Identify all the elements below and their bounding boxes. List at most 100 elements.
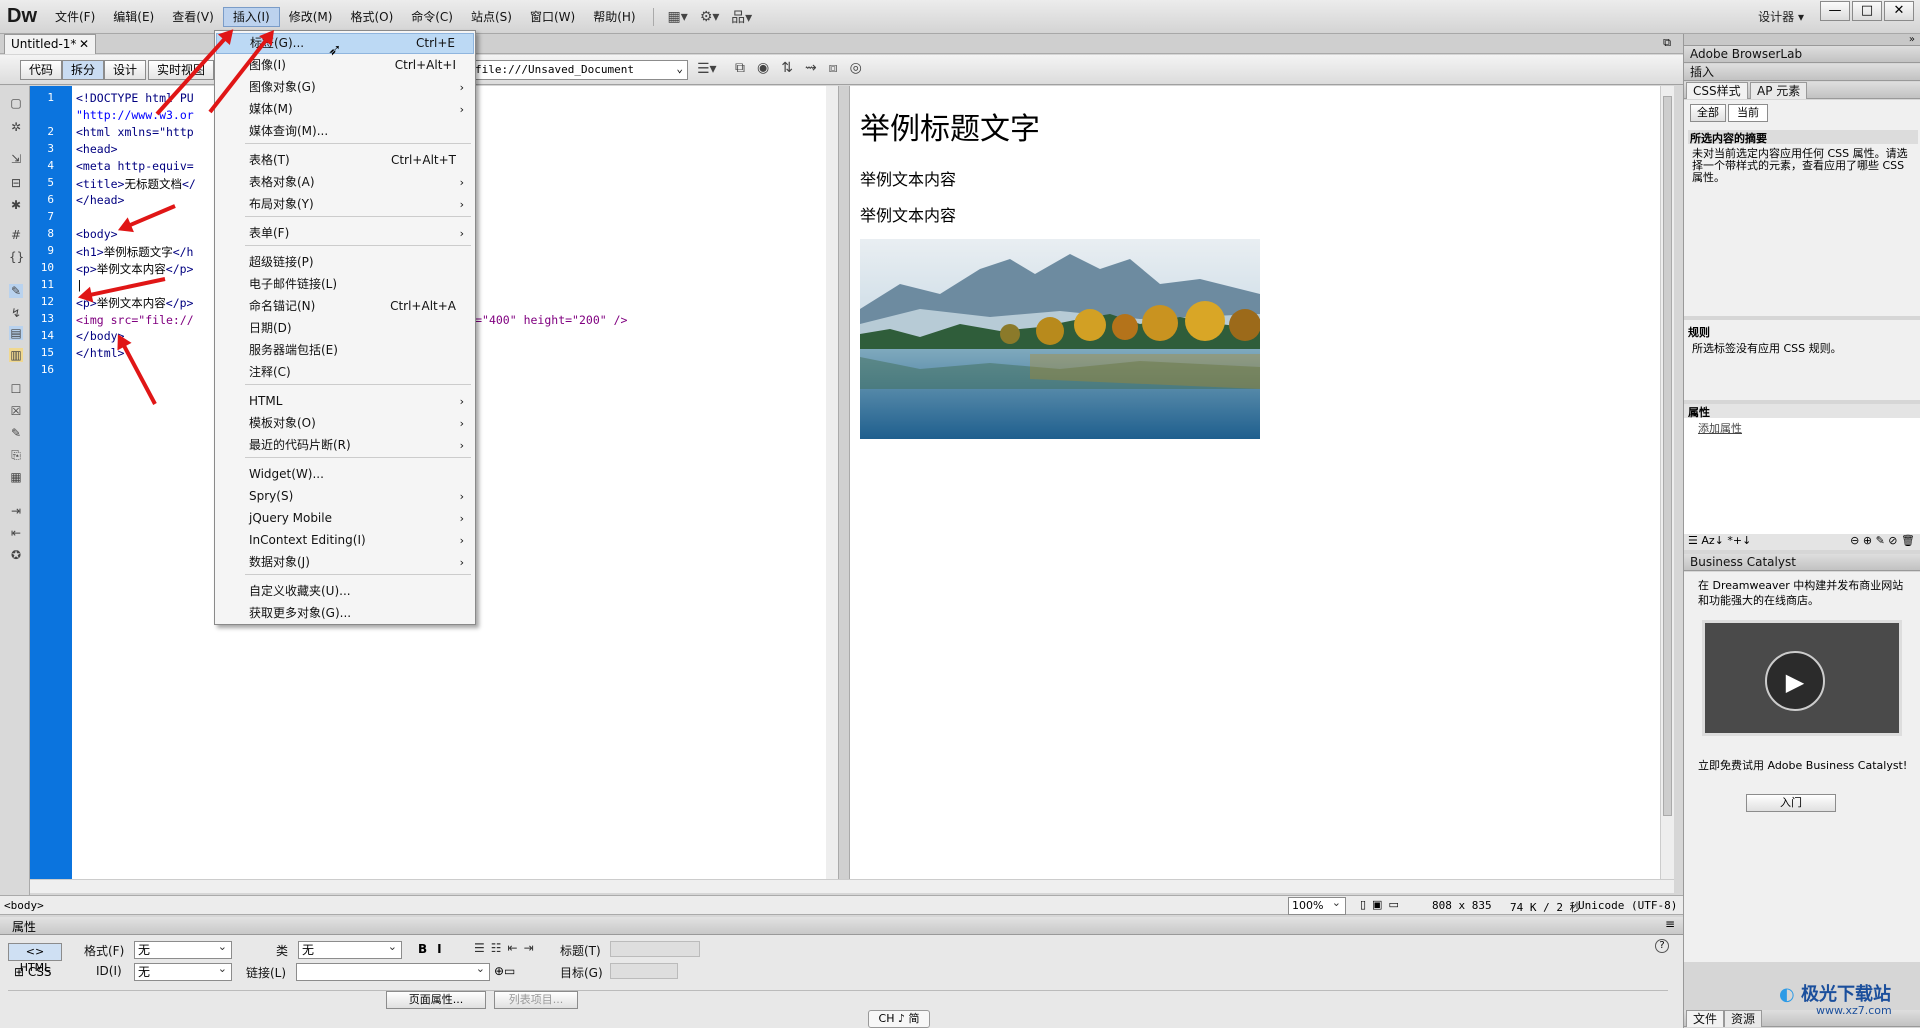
insert-menu-item[interactable]: 表单(F) › [216, 223, 474, 244]
view-mode-icons[interactable]: ▯▣▭ [1360, 898, 1405, 911]
wrap-tag-icon[interactable]: ✎ [9, 426, 23, 440]
point-to-file-icon[interactable]: ⊕▭ [494, 964, 515, 978]
insert-menu-item[interactable]: 最近的代码片断(R) › [216, 435, 474, 456]
code-line[interactable]: <h1>举例标题文字</h [76, 244, 193, 260]
insert-menu-item[interactable]: 超级链接(P) [216, 252, 474, 273]
design-view[interactable]: 举例标题文字 举例文本内容 举例文本内容 [850, 86, 1660, 879]
wrap-icon[interactable]: ▤ [9, 326, 23, 340]
target-select[interactable] [610, 963, 678, 979]
syntax-icon[interactable]: ↯ [9, 306, 23, 320]
list-indent-icons[interactable]: ☰☷⇤⇥ [474, 941, 540, 955]
gear-icon[interactable]: ⚙▾ [694, 7, 726, 27]
remove-comment-icon[interactable]: ☒ [9, 404, 23, 418]
insert-menu-item[interactable]: HTML › [216, 391, 474, 412]
panel-menu-icon[interactable]: ≡ [1665, 917, 1675, 931]
files-tab[interactable]: 文件 [1686, 1010, 1725, 1027]
code-line[interactable]: <head> [76, 142, 118, 156]
insert-menu-item[interactable]: 数据对象(J) › [216, 552, 474, 573]
insert-menu-item[interactable]: 电子邮件链接(L) [216, 274, 474, 295]
file-management-icon[interactable]: ☰▾ [697, 61, 717, 77]
format-select[interactable]: 无 [134, 939, 232, 959]
text-format-icons[interactable]: BI [418, 942, 452, 956]
menu-item[interactable]: 命令(C) [402, 7, 462, 27]
landscape-image[interactable] [860, 239, 1260, 439]
open-documents-icon[interactable]: ▢ [9, 96, 23, 110]
browserlab-header[interactable]: Adobe BrowserLab [1684, 46, 1920, 63]
horizontal-scrollbar[interactable] [30, 879, 1674, 893]
menu-item[interactable]: 编辑(E) [104, 7, 163, 27]
document-tab[interactable]: Untitled-1* ✕ [4, 34, 96, 54]
split-divider[interactable] [838, 86, 850, 879]
all-button[interactable]: 全部 [1690, 104, 1726, 122]
code-line[interactable]: <html xmlns="http [76, 125, 194, 139]
link-input[interactable] [296, 961, 490, 981]
select-parent-icon[interactable]: ⊟ [9, 176, 23, 190]
close-tab-icon[interactable]: ✕ [79, 35, 89, 53]
expand-icon[interactable]: ⇲ [9, 152, 23, 166]
move-css-icon[interactable]: ▦ [9, 470, 23, 484]
list-item-button[interactable]: 列表项目... [494, 991, 578, 1009]
design-scrollbar[interactable] [1660, 86, 1674, 879]
play-icon[interactable]: ▶ [1765, 651, 1825, 711]
insert-menu-item[interactable]: 命名锚记(N) Ctrl+Alt+A [216, 296, 474, 317]
insert-menu-item[interactable]: 日期(D) [216, 318, 474, 339]
insert-menu-item[interactable]: 图像(I) Ctrl+Alt+I [216, 55, 474, 76]
code-line[interactable]: <title>无标题文档</ [76, 176, 196, 192]
insert-menu-item[interactable]: 服务器端包括(E) [216, 340, 474, 361]
design-heading[interactable]: 举例标题文字 [860, 104, 1040, 148]
insert-menu-item[interactable]: 表格(T) Ctrl+Alt+T [216, 150, 474, 171]
info-icon[interactable]: ▥ [9, 348, 23, 362]
insert-panel-header[interactable]: 插入 [1684, 64, 1920, 81]
insert-menu-item[interactable]: InContext Editing(I) › [216, 530, 474, 551]
insert-menu-item[interactable]: 媒体(M) › [216, 99, 474, 120]
menu-item[interactable]: 文件(F) [46, 7, 104, 27]
split-view-button[interactable]: 拆分 [62, 60, 105, 80]
brackets-icon[interactable]: {} [9, 250, 24, 264]
bc-video-thumbnail[interactable]: ▶ [1702, 620, 1902, 736]
insert-menu-item[interactable]: 注释(C) [216, 362, 474, 383]
line-numbers-icon[interactable]: # [9, 228, 23, 242]
css-mode-button[interactable]: ⊞ CSS [14, 965, 52, 979]
menu-item[interactable]: 修改(M) [280, 7, 342, 27]
assets-tab[interactable]: 资源 [1724, 1010, 1763, 1027]
zoom-select[interactable]: 100% [1288, 895, 1346, 915]
outdent-icon[interactable]: ⇤ [9, 526, 23, 540]
code-line[interactable]: <p>举例文本内容</p> [76, 295, 193, 311]
design-paragraph-2[interactable]: 举例文本内容 [860, 202, 956, 226]
html-mode-button[interactable]: <> HTML [8, 943, 62, 974]
ime-indicator[interactable]: CH ♪ 简 [868, 1010, 930, 1028]
menu-item[interactable]: 查看(V) [163, 7, 223, 27]
insert-menu-item[interactable]: Spry(S) › [216, 486, 474, 507]
tag-selector[interactable]: <body> [4, 899, 44, 912]
toolbar-icons[interactable]: ⧉◉⇅⇝⧈◎ [735, 60, 874, 76]
collapse-icon[interactable]: ✲ [9, 120, 23, 134]
design-view-button[interactable]: 设计 [104, 60, 147, 80]
code-line[interactable]: <p>举例文本内容</p> [76, 261, 193, 277]
ap-elements-tab[interactable]: AP 元素 [1750, 82, 1808, 99]
format-source-icon[interactable]: ✪ [9, 548, 23, 562]
business-catalyst-header[interactable]: Business Catalyst [1684, 554, 1920, 571]
menu-item[interactable]: 格式(O) [341, 7, 402, 27]
maximize-button[interactable]: □ [1852, 1, 1882, 21]
help-icon[interactable]: ? [1655, 939, 1669, 953]
title-input[interactable] [610, 941, 700, 957]
insert-menu-item[interactable]: Widget(W)... [216, 464, 474, 485]
layout-icon[interactable]: ▦▾ [662, 7, 694, 27]
highlight-icon[interactable]: ✎ [9, 284, 23, 298]
window-size[interactable]: 808 x 835 [1432, 899, 1492, 912]
css-panel-footer[interactable]: ☰ Az↓ *+↓ ⊖ ⊕ ✎ ⊘ 🗑 [1684, 534, 1920, 550]
code-line[interactable]: <body> [76, 227, 118, 241]
page-properties-button[interactable]: 页面属性... [386, 991, 486, 1009]
insert-menu-item[interactable]: 布局对象(Y) › [216, 194, 474, 215]
menu-item[interactable]: 插入(I) [222, 6, 280, 27]
insert-menu-item[interactable]: 获取更多对象(G)... [216, 603, 474, 624]
add-property-link[interactable]: 添加属性 [1698, 420, 1742, 436]
site-icon[interactable]: 品▾ [726, 7, 758, 27]
comment-icon[interactable]: ☐ [9, 382, 23, 396]
code-scrollbar[interactable] [826, 86, 838, 879]
minimize-button[interactable]: — [1820, 1, 1850, 21]
get-started-button[interactable]: 入门 [1746, 794, 1836, 812]
insert-menu-item[interactable]: 媒体查询(M)... [216, 121, 474, 142]
indent-icon[interactable]: ⇥ [9, 504, 23, 518]
insert-menu-item[interactable]: jQuery Mobile › [216, 508, 474, 529]
